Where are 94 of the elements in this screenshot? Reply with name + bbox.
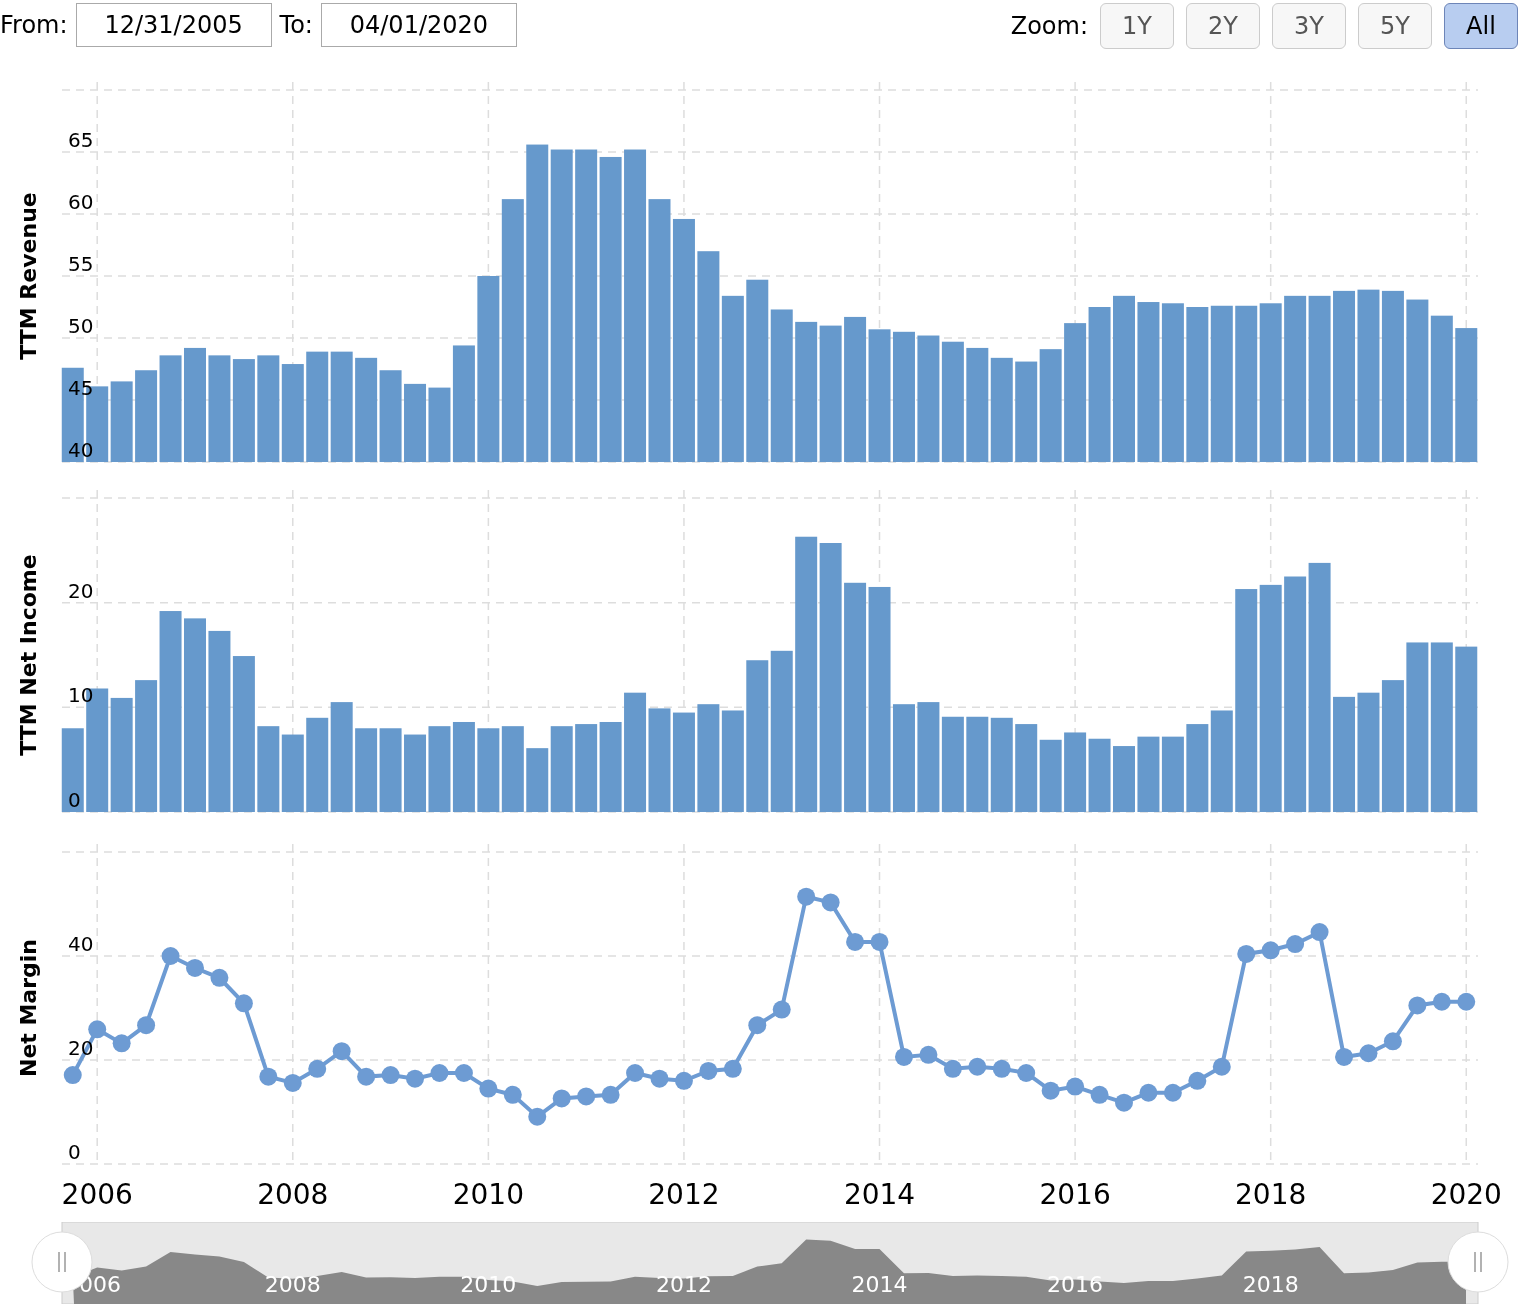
- y-tick-label: 50: [68, 314, 94, 338]
- data-point: [968, 1057, 987, 1076]
- zoom-button[interactable]: 3Y: [1272, 3, 1346, 49]
- data-point: [88, 1020, 107, 1039]
- data-point: [1237, 944, 1256, 963]
- data-point: [161, 947, 180, 965]
- data-point: [797, 887, 816, 906]
- y-tick-label: 0: [68, 1140, 81, 1164]
- bar: [1113, 746, 1135, 812]
- y-tick-label: 0: [68, 788, 81, 812]
- data-point: [1017, 1064, 1036, 1082]
- data-point: [1261, 941, 1280, 960]
- y-axis-title: TTM Net Income: [16, 554, 41, 756]
- data-point: [406, 1069, 424, 1088]
- data-point: [283, 1073, 302, 1092]
- zoom-button[interactable]: All: [1444, 3, 1518, 49]
- data-point: [308, 1059, 327, 1078]
- data-point: [992, 1059, 1011, 1078]
- x-tick-label: 2014: [843, 1178, 916, 1211]
- data-point: [137, 1016, 156, 1035]
- zoom-label: Zoom:: [1010, 12, 1088, 40]
- data-point: [112, 1034, 131, 1053]
- x-tick-label: 2020: [1430, 1178, 1502, 1211]
- x-tick-label: 2006: [61, 1178, 133, 1211]
- data-point: [234, 994, 253, 1013]
- data-point: [626, 1064, 645, 1082]
- data-point: [1335, 1047, 1354, 1066]
- data-point: [503, 1085, 522, 1104]
- y-tick-label: 65: [68, 128, 94, 152]
- y-tick-label: 40: [68, 932, 94, 956]
- x-tick-label: 2012: [648, 1178, 720, 1211]
- navigator-year-label: 2012: [655, 1272, 712, 1297]
- data-point: [430, 1064, 449, 1082]
- data-point: [1163, 1083, 1182, 1102]
- navigator-year-label: 2018: [1242, 1272, 1299, 1297]
- data-point: [528, 1107, 547, 1126]
- data-point: [699, 1061, 718, 1080]
- data-point: [259, 1067, 278, 1086]
- data-point: [723, 1059, 742, 1078]
- data-point: [1066, 1077, 1085, 1096]
- navigator-year-label: 2008: [264, 1272, 321, 1297]
- data-point: [821, 893, 840, 912]
- data-point: [1115, 1093, 1133, 1112]
- data-point: [1188, 1071, 1207, 1090]
- to-label: To:: [279, 11, 313, 39]
- data-point: [1359, 1044, 1378, 1063]
- data-point: [1408, 996, 1427, 1015]
- data-point: [772, 1000, 791, 1019]
- data-point: [357, 1067, 376, 1086]
- navigator-year-label: 2014: [851, 1272, 908, 1297]
- data-point: [63, 1066, 82, 1085]
- right-handle[interactable]: [1447, 1231, 1509, 1293]
- data-point: [1212, 1057, 1231, 1076]
- y-tick-label: 60: [68, 190, 94, 214]
- y-axis-title: Net Margin: [16, 938, 41, 1078]
- data-point: [1041, 1081, 1060, 1100]
- x-tick-label: 2016: [1039, 1178, 1111, 1211]
- data-point: [870, 932, 889, 951]
- zoom-button[interactable]: 2Y: [1186, 3, 1260, 49]
- data-point: [1139, 1083, 1158, 1102]
- data-point: [186, 958, 204, 977]
- data-point: [748, 1016, 767, 1035]
- data-point: [454, 1064, 473, 1082]
- data-point: [479, 1079, 498, 1098]
- zoom-button[interactable]: 1Y: [1100, 3, 1174, 49]
- data-point: [577, 1087, 596, 1106]
- from-date-field[interactable]: 12/31/2005: [75, 3, 272, 47]
- data-point: [1432, 992, 1451, 1011]
- data-point: [332, 1042, 351, 1061]
- x-tick-label: 2008: [257, 1178, 329, 1211]
- data-point: [210, 968, 229, 987]
- x-tick-label: 2010: [452, 1178, 524, 1211]
- data-point: [674, 1071, 693, 1090]
- data-point: [1383, 1032, 1402, 1051]
- y-tick-label: 55: [68, 252, 94, 276]
- data-point: [1457, 992, 1476, 1011]
- y-tick-label: 20: [68, 578, 94, 603]
- data-point: [919, 1045, 938, 1064]
- data-point: [1090, 1085, 1109, 1104]
- data-point: [601, 1085, 620, 1104]
- to-date-field[interactable]: 04/01/2020: [320, 3, 517, 47]
- bar: [526, 748, 549, 812]
- data-point: [381, 1066, 400, 1085]
- x-tick-label: 2018: [1235, 1178, 1307, 1211]
- data-point: [846, 932, 865, 951]
- data-point: [1286, 935, 1305, 954]
- data-point: [943, 1059, 962, 1078]
- zoom-button[interactable]: 5Y: [1358, 3, 1432, 49]
- data-point: [894, 1047, 913, 1066]
- from-label: From:: [0, 11, 68, 39]
- y-axis-title: TTM Revenue: [16, 192, 41, 360]
- data-point: [1310, 923, 1329, 942]
- data-point: [552, 1089, 571, 1108]
- data-point: [650, 1069, 669, 1088]
